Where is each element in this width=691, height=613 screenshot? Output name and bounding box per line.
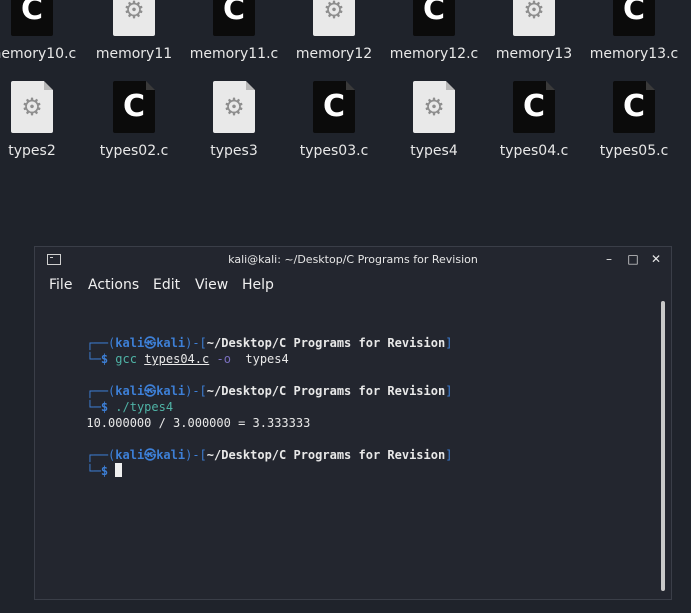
- menu-bar: File Actions Edit View Help: [35, 274, 671, 298]
- c-source-file-icon: C: [213, 0, 255, 36]
- c-source-file-icon: C: [613, 81, 655, 133]
- terminal-window[interactable]: kali@kali: ~/Desktop/C Programs for Revi…: [34, 246, 672, 600]
- executable-file-icon: ⚙: [413, 81, 455, 133]
- desktop-icon-label: types05.c: [599, 143, 669, 159]
- gear-icon: ⚙: [223, 93, 245, 121]
- executable-file-icon: ⚙: [313, 0, 355, 36]
- menu-help[interactable]: Help: [242, 277, 274, 293]
- text-cursor: [115, 463, 123, 477]
- scrollbar[interactable]: [661, 301, 665, 591]
- menu-file[interactable]: File: [49, 277, 72, 293]
- executable-file-icon: ⚙: [113, 0, 155, 36]
- c-source-file-icon: C: [313, 81, 355, 133]
- gear-icon: ⚙: [323, 0, 345, 24]
- gear-icon: ⚙: [123, 0, 145, 24]
- maximize-icon[interactable]: □: [625, 251, 641, 267]
- c-source-file-icon: C: [613, 0, 655, 36]
- c-source-file-icon: C: [413, 0, 455, 36]
- close-icon[interactable]: ✕: [648, 251, 664, 267]
- terminal-titlebar[interactable]: kali@kali: ~/Desktop/C Programs for Revi…: [35, 247, 671, 273]
- menu-edit[interactable]: Edit: [153, 277, 180, 293]
- executable-file-icon: ⚙: [513, 0, 555, 36]
- window-title: kali@kali: ~/Desktop/C Programs for Revi…: [228, 253, 478, 266]
- c-source-file-icon: C: [113, 81, 155, 133]
- c-source-file-icon: C: [513, 81, 555, 133]
- gear-icon: ⚙: [21, 93, 43, 121]
- menu-actions[interactable]: Actions: [88, 277, 139, 293]
- executable-file-icon: ⚙: [213, 81, 255, 133]
- minimize-icon[interactable]: –: [601, 251, 617, 267]
- gear-icon: ⚙: [523, 0, 545, 24]
- command-line[interactable]: └─$: [43, 447, 123, 495]
- gear-icon: ⚙: [423, 93, 445, 121]
- executable-file-icon: ⚙: [11, 81, 53, 133]
- c-source-file-icon: C: [11, 0, 53, 36]
- menu-view[interactable]: View: [195, 277, 228, 293]
- desktop-icon-label: memory13.c: [589, 46, 679, 62]
- terminal-output[interactable]: ┌──(kali㉿kali)-[~/Desktop/C Programs for…: [43, 317, 653, 593]
